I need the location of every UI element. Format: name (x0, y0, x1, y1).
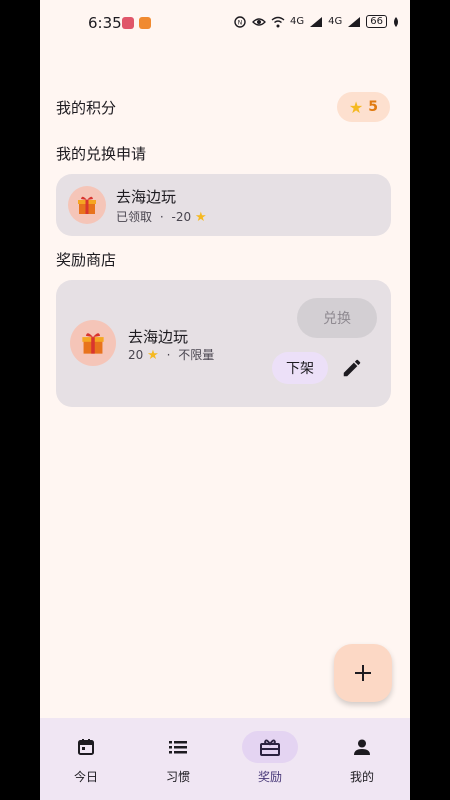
request-status: 已领取 (116, 210, 153, 224)
nav-item-today[interactable]: 今日 (40, 718, 132, 800)
wifi-icon (271, 16, 285, 27)
edit-button[interactable] (336, 352, 368, 384)
shop-item-meta: 20 ★ · 不限量 (128, 346, 214, 363)
network-type-2: 4G (328, 16, 343, 27)
redeem-button[interactable]: 兑换 (297, 298, 377, 338)
shop-item-cost: 20 (128, 348, 144, 362)
shop-title: 奖励商店 (56, 251, 117, 269)
request-item-name: 去海边玩 (116, 188, 177, 206)
separator: · (159, 210, 164, 224)
app-screen: 6:35 N 4G 4G 66 我的积分 ★ 5 我的兑换申请 去海边玩 已领取… (40, 0, 410, 800)
nav-item-habits[interactable]: 习惯 (132, 718, 224, 800)
battery-indicator: 66 (366, 15, 387, 28)
bottom-nav: 今日 习惯 奖励 我的 (40, 718, 410, 800)
requests-title: 我的兑换申请 (56, 145, 147, 163)
star-icon: ★ (147, 348, 159, 363)
shop-item-limit: 不限量 (178, 348, 215, 362)
svg-text:N: N (238, 19, 243, 26)
nav-item-profile[interactable]: 我的 (316, 718, 408, 800)
nav-pill (58, 731, 114, 763)
unshelve-button[interactable]: 下架 (272, 352, 328, 384)
nav-label: 今日 (73, 770, 98, 784)
gift-box-icon (260, 739, 280, 756)
network-type-1: 4G (290, 16, 305, 27)
points-value: 5 (368, 99, 378, 115)
shop-item-name: 去海边玩 (128, 328, 189, 346)
add-reward-button[interactable] (334, 644, 392, 702)
nav-pill (150, 731, 206, 763)
star-icon: ★ (348, 97, 364, 117)
request-card[interactable]: 去海边玩 已领取 · -20 ★ (56, 174, 391, 236)
nfc-icon: N (234, 15, 246, 28)
signal-icon (310, 16, 323, 27)
status-time: 6:35 (88, 14, 122, 32)
notification-rss-icon (139, 17, 151, 29)
list-icon (169, 741, 187, 754)
status-bar: 6:35 N 4G 4G 66 (40, 0, 410, 46)
separator: · (166, 348, 171, 362)
person-icon (354, 739, 370, 755)
shop-card: 去海边玩 20 ★ · 不限量 兑换 下架 (56, 280, 391, 407)
gift-icon (68, 186, 106, 224)
eye-icon (252, 17, 266, 26)
notification-app-icon (122, 17, 134, 29)
plus-icon (355, 665, 371, 681)
leaf-icon (394, 16, 398, 27)
nav-item-rewards[interactable]: 奖励 (224, 718, 316, 800)
nav-label: 我的 (349, 770, 374, 784)
request-item-meta: 已领取 · -20 ★ (116, 208, 207, 225)
status-icons: N 4G 4G 66 (233, 15, 400, 28)
nav-label: 习惯 (165, 770, 190, 784)
star-icon: ★ (194, 210, 207, 225)
nav-pill (334, 731, 390, 763)
points-title: 我的积分 (56, 99, 117, 117)
calendar-icon (78, 739, 94, 755)
nav-pill-active (242, 731, 298, 763)
request-cost: -20 (171, 210, 192, 224)
nav-label: 奖励 (257, 770, 282, 784)
gift-icon (70, 320, 116, 366)
points-chip: ★ 5 (336, 92, 390, 122)
signal-icon-2 (348, 16, 361, 27)
pencil-icon (343, 359, 361, 377)
